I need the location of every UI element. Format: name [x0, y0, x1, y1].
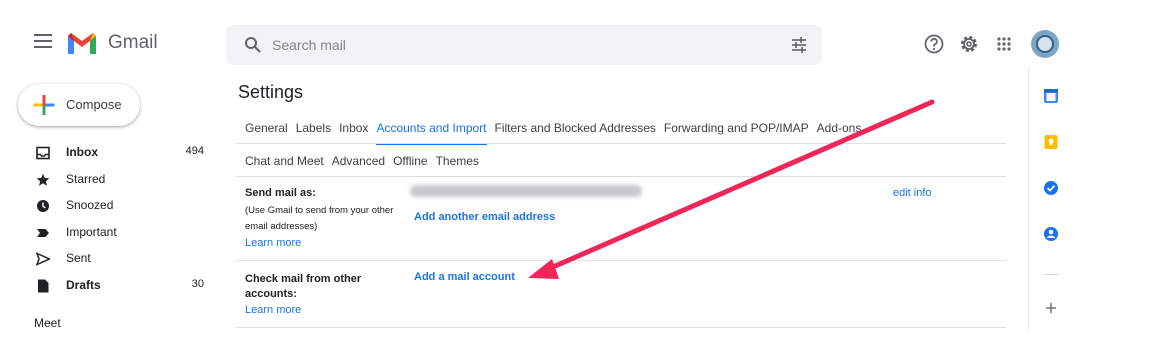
search-icon[interactable] — [244, 36, 262, 54]
calendar-icon[interactable] — [1043, 88, 1059, 104]
inbox-count: 494 — [185, 145, 204, 157]
send-mail-desc-line1: (Use Gmail to send from your other — [245, 205, 394, 216]
compose-label: Compose — [66, 97, 122, 112]
tab-advanced[interactable]: Advanced — [332, 154, 385, 168]
send-mail-desc-line2: email addresses) — [245, 221, 318, 232]
sidebar-item-snoozed[interactable]: Snoozed — [0, 193, 218, 220]
sidebar-item-label: Sent — [66, 251, 91, 265]
search-input[interactable] — [272, 33, 752, 57]
send-mail-as-label: Send mail as: — [245, 187, 316, 199]
tab-forwarding-pop-imap[interactable]: Forwarding and POP/IMAP — [664, 121, 809, 145]
add-mail-account-link[interactable]: Add a mail account — [414, 271, 515, 283]
check-mail-label: Check mail from other — [245, 273, 362, 285]
send-mail-learn-more-link[interactable]: Learn more — [245, 237, 301, 249]
tab-themes[interactable]: Themes — [436, 154, 479, 168]
tabs-divider — [236, 176, 1006, 177]
search-bar[interactable] — [226, 25, 822, 65]
sidebar-item-label: Snoozed — [66, 198, 114, 212]
draft-icon — [38, 279, 49, 292]
compose-plus-icon — [33, 95, 55, 115]
add-another-email-link[interactable]: Add another email address — [414, 211, 555, 223]
gmail-logo-icon[interactable] — [66, 30, 98, 56]
star-icon — [36, 173, 50, 186]
keep-icon[interactable] — [1043, 134, 1059, 150]
clock-icon — [37, 200, 49, 212]
row-divider — [236, 327, 1006, 328]
sidebar-item-inbox[interactable]: Inbox 494 — [0, 140, 218, 167]
check-mail-learn-more-link[interactable]: Learn more — [245, 304, 301, 316]
sidebar-item-label: Starred — [66, 171, 106, 186]
tasks-icon[interactable] — [1043, 180, 1059, 196]
tabs-divider — [236, 143, 1006, 144]
tab-labels[interactable]: Labels — [296, 121, 331, 145]
sidebar-item-sent[interactable]: Sent — [0, 246, 218, 273]
brand-name[interactable]: Gmail — [108, 32, 158, 54]
drafts-count: 30 — [191, 277, 204, 290]
redacted-email-address — [410, 185, 642, 197]
tab-accounts-and-import[interactable]: Accounts and Import — [376, 121, 487, 145]
sidebar-item-drafts[interactable]: Drafts 30 — [0, 273, 218, 300]
meet-section-label: Meet — [34, 316, 61, 330]
check-mail-label-line2: accounts: — [245, 288, 297, 300]
row-divider — [236, 260, 1006, 261]
sidebar-item-label: Inbox — [66, 145, 98, 159]
get-add-ons-plus-icon[interactable] — [1043, 300, 1059, 316]
main-menu-icon[interactable] — [34, 34, 52, 48]
side-panel-divider — [1043, 274, 1059, 275]
account-avatar[interactable] — [1031, 30, 1059, 58]
search-options-icon[interactable] — [790, 36, 808, 54]
tab-general[interactable]: General — [245, 121, 288, 145]
settings-tabs-row1: General Labels Inbox Accounts and Import… — [245, 121, 869, 145]
help-icon[interactable] — [923, 33, 945, 55]
contacts-icon[interactable] — [1043, 226, 1059, 242]
sidebar-item-label: Drafts — [66, 277, 101, 292]
page-title: Settings — [238, 82, 304, 102]
send-icon — [36, 252, 50, 266]
edit-info-link[interactable]: edit info — [893, 187, 932, 199]
tab-chat-and-meet[interactable]: Chat and Meet — [245, 154, 324, 168]
compose-button[interactable]: Compose — [18, 84, 140, 126]
tab-inbox[interactable]: Inbox — [339, 121, 368, 145]
top-header: Gmail — [0, 0, 1152, 90]
tab-add-ons[interactable]: Add-ons — [817, 121, 862, 145]
sidebar-item-label: Important — [66, 224, 117, 239]
sidebar-item-starred[interactable]: Starred — [0, 167, 218, 194]
apps-grid-icon[interactable] — [993, 33, 1015, 55]
sidebar-item-important[interactable]: Important — [0, 220, 218, 247]
side-panel — [1028, 68, 1070, 330]
tab-filters-and-blocked[interactable]: Filters and Blocked Addresses — [495, 121, 656, 145]
important-icon — [37, 228, 49, 237]
settings-gear-icon[interactable] — [958, 33, 980, 55]
settings-tabs-row2: Chat and Meet Advanced Offline Themes — [245, 154, 487, 168]
tab-offline[interactable]: Offline — [393, 154, 427, 168]
inbox-icon — [36, 146, 50, 160]
sidebar-nav: Inbox 494 Starred Snoozed Important Sent… — [0, 140, 218, 299]
